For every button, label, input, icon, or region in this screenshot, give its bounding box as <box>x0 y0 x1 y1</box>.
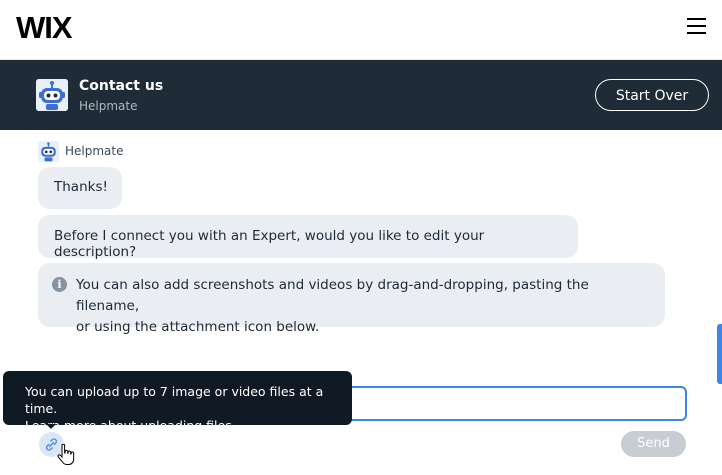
info-icon: i <box>52 277 67 292</box>
info-message-bubble: i You can also add screenshots and video… <box>38 263 665 335</box>
info-text-line1: You can also add screenshots and videos … <box>76 277 589 314</box>
hand-cursor-icon <box>57 444 75 465</box>
helpmate-robot-icon <box>36 79 68 111</box>
chat-header: Contact us Helpmate Start Over <box>0 60 722 130</box>
menu-icon[interactable] <box>687 18 706 34</box>
tooltip-text: You can upload up to 7 image or video fi… <box>25 384 324 416</box>
upload-tooltip: You can upload up to 7 image or video fi… <box>3 371 352 433</box>
info-text-line2: or using the attachment icon below. <box>76 319 320 335</box>
learn-more-link[interactable]: Learn more about uploading files <box>25 417 352 434</box>
side-scroll-tab[interactable] <box>717 324 722 384</box>
send-button[interactable]: Send <box>621 431 686 457</box>
tooltip-arrow <box>46 424 56 429</box>
chat-subtitle: Helpmate <box>79 99 138 113</box>
wix-logo[interactable]: WIX <box>16 10 73 46</box>
message-bubble-question: Before I connect you with an Expert, wou… <box>38 215 578 260</box>
message-bubble-thanks: Thanks! <box>38 167 122 209</box>
site-header: WIX <box>0 0 722 60</box>
sender-name: Helpmate <box>65 144 124 158</box>
chat-title: Contact us <box>79 78 164 94</box>
message-sender: Helpmate <box>38 140 124 162</box>
start-over-button[interactable]: Start Over <box>595 79 709 111</box>
helpmate-robot-icon <box>38 140 59 162</box>
